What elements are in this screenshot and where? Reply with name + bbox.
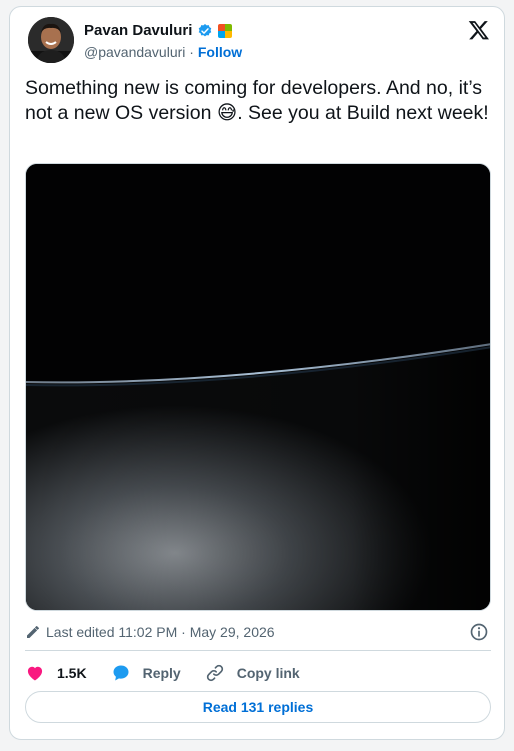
- link-icon: [206, 664, 223, 682]
- like-count: 1.5K: [57, 665, 87, 681]
- tweet-text: Something new is coming for developers. …: [25, 76, 491, 126]
- copy-link-button[interactable]: Copy link: [205, 663, 300, 683]
- edited-timestamp[interactable]: Last edited 11:02 PM · May 29, 2026: [46, 624, 275, 640]
- reply-bubble-icon: [113, 665, 129, 681]
- edited-timestamp-row: Last edited 11:02 PM · May 29, 2026: [25, 621, 491, 643]
- author-handle[interactable]: @pavandavuluri: [84, 44, 185, 60]
- affiliate-badge-icon: [218, 23, 233, 38]
- tweet-media-image[interactable]: [25, 163, 491, 611]
- media-artwork: [26, 164, 490, 610]
- tweet-embed-card: Pavan Davuluri @pavandavuluri · Follow S…: [9, 6, 505, 740]
- avatar-photo: [28, 17, 74, 63]
- author-name[interactable]: Pavan Davuluri: [84, 22, 192, 39]
- reply-label: Reply: [142, 665, 181, 681]
- author-name-row: Pavan Davuluri: [84, 22, 233, 39]
- heart-icon: [27, 666, 43, 681]
- verified-badge-icon: [199, 23, 212, 36]
- action-bar: 1.5K Reply Copy link: [25, 661, 491, 685]
- pencil-icon: [27, 626, 39, 638]
- handle-row: @pavandavuluri · Follow: [84, 44, 242, 60]
- tweet-text-part-2: . See you at Build next week!: [237, 102, 489, 124]
- copy-link-label: Copy link: [236, 665, 300, 681]
- divider: [25, 650, 491, 651]
- like-button[interactable]: 1.5K: [25, 663, 87, 683]
- avatar[interactable]: [28, 17, 74, 63]
- follow-link[interactable]: Follow: [198, 44, 242, 60]
- handle-separator: ·: [189, 44, 194, 60]
- x-logo-icon[interactable]: [468, 19, 490, 41]
- info-icon[interactable]: [469, 622, 489, 642]
- sweat-smile-emoji: 😅: [216, 102, 238, 124]
- reply-button[interactable]: Reply: [111, 663, 181, 683]
- read-replies-button[interactable]: Read 131 replies: [25, 691, 491, 723]
